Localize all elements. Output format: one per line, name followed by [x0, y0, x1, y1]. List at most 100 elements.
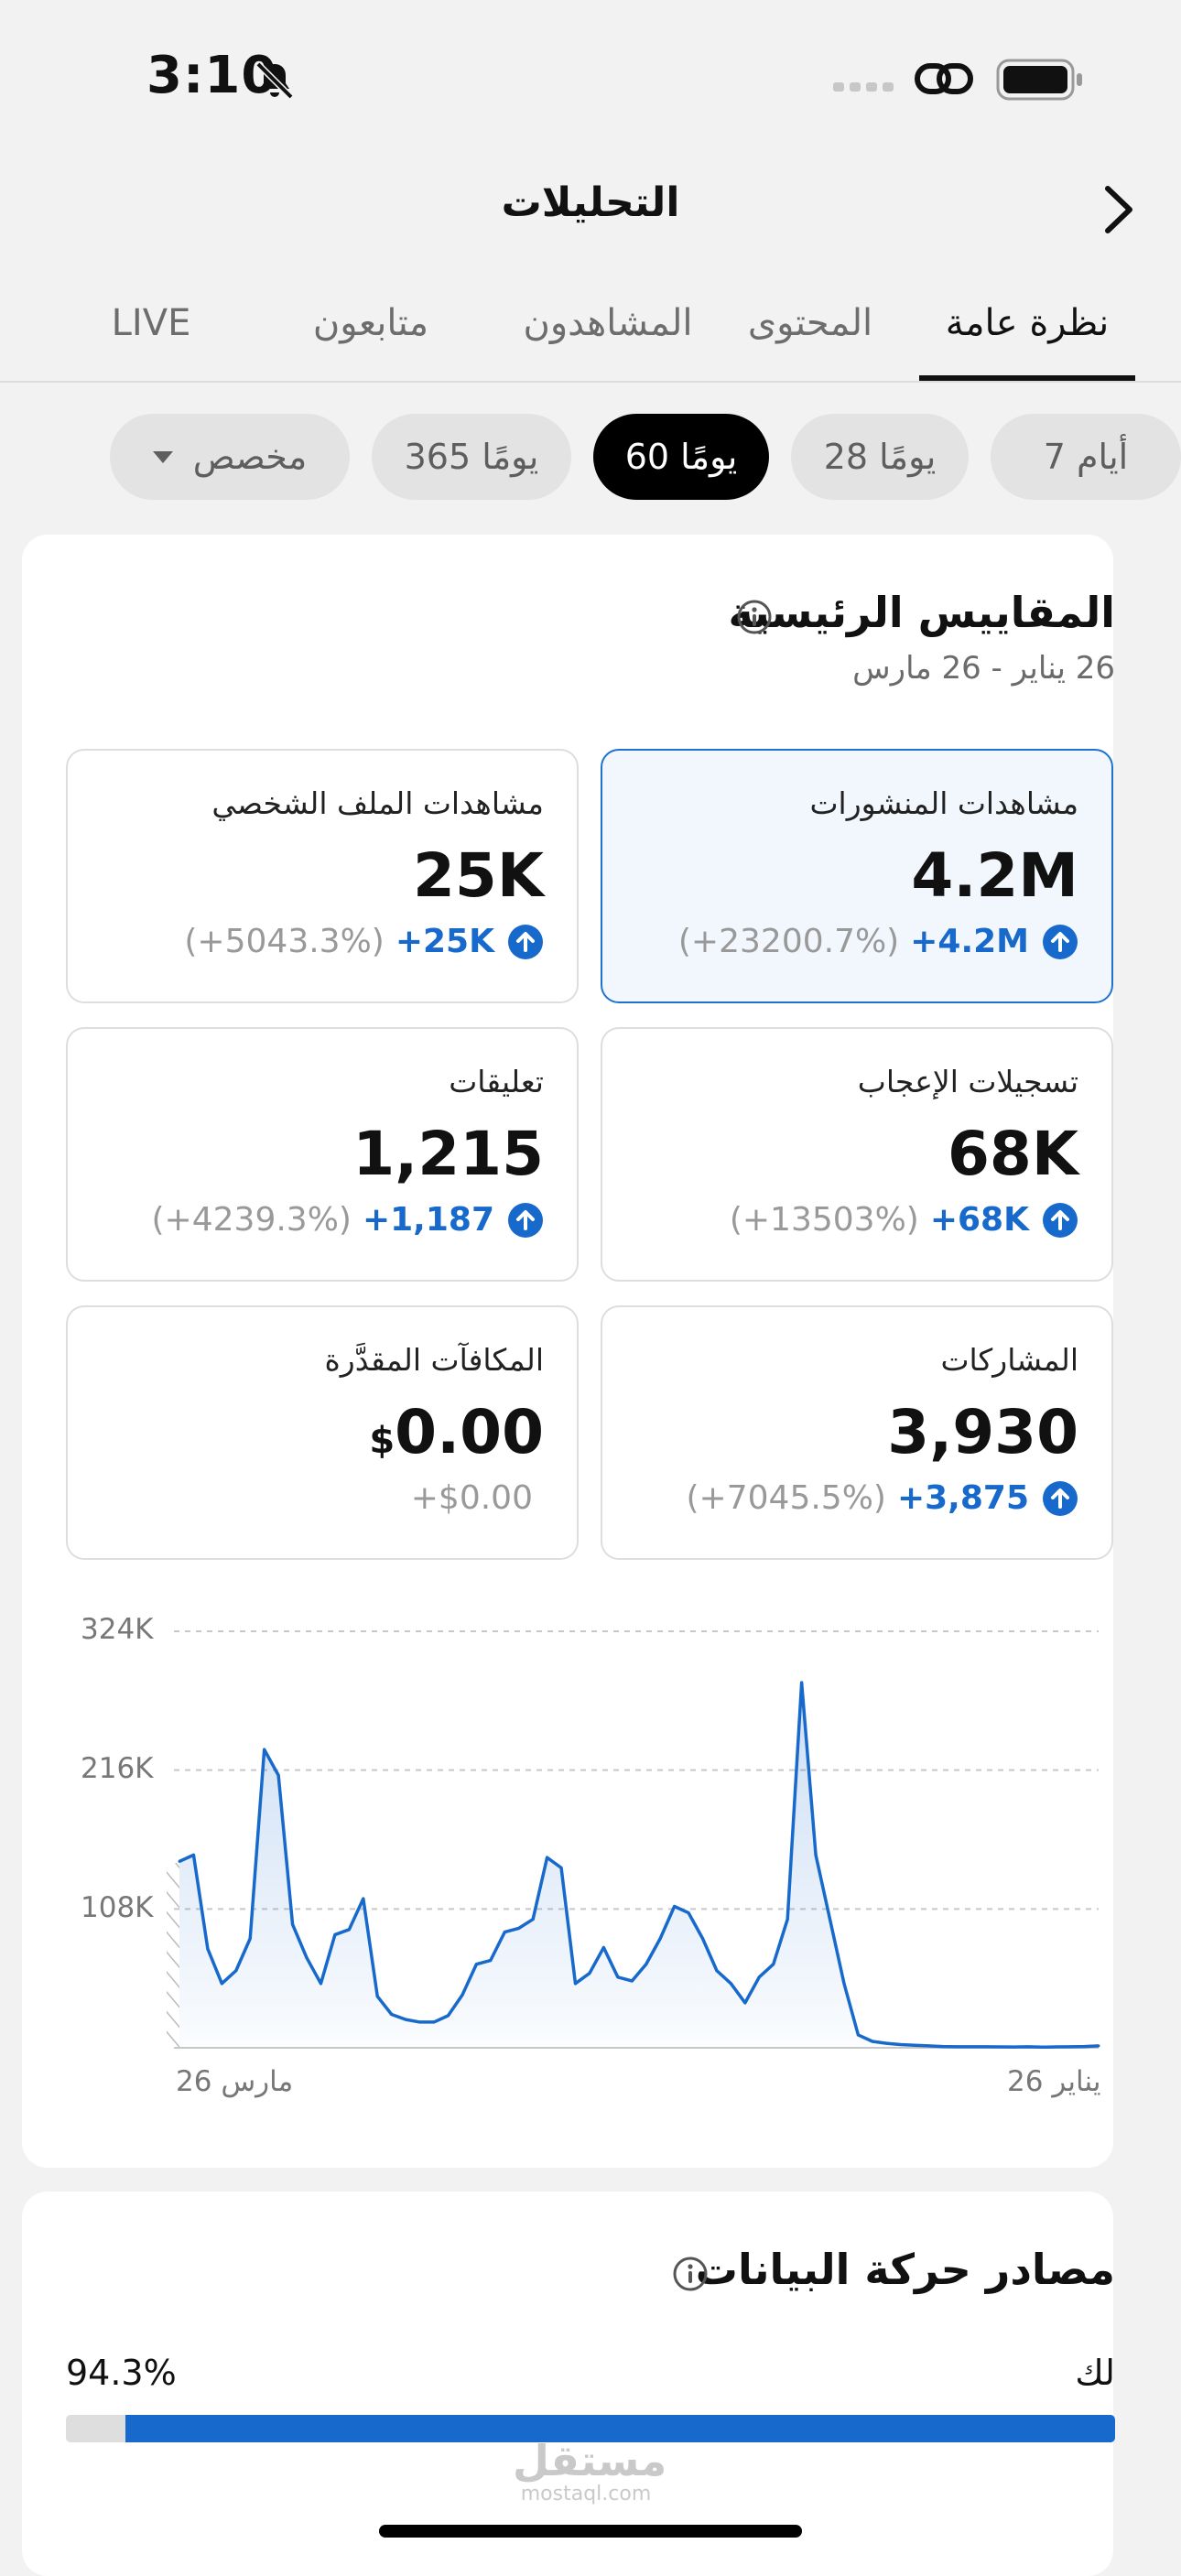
data-point	[390, 2012, 394, 2016]
data-point	[701, 1937, 705, 1941]
metric-delta: +$0.00	[410, 1479, 533, 1517]
data-point	[446, 2014, 450, 2018]
data-point	[1068, 2045, 1072, 2049]
metric-change: (+5043.3%) +25K	[184, 923, 544, 960]
tab-content[interactable]: المحتوى	[732, 302, 888, 344]
data-point	[1012, 2045, 1015, 2049]
metric-label: مشاهدات الملف الشخصي	[211, 785, 544, 821]
data-point	[856, 2033, 860, 2037]
range-custom[interactable]: مخصص	[110, 414, 350, 500]
data-point	[291, 1922, 295, 1926]
signal-dots-icon	[833, 82, 894, 92]
metric-label: تسجيلات الإعجاب	[857, 1064, 1078, 1099]
data-point	[1040, 2045, 1044, 2049]
data-point	[970, 2045, 973, 2049]
data-point	[884, 2041, 888, 2045]
metric-delta: +25K	[395, 923, 494, 960]
tab-overview[interactable]: نظرة عامة	[919, 302, 1135, 344]
data-point	[362, 1897, 365, 1900]
info-icon[interactable]	[736, 599, 773, 635]
data-point	[319, 1982, 322, 1986]
data-point	[263, 1748, 266, 1751]
range-365-days[interactable]: 365 يومًا	[372, 414, 571, 500]
metric-value: 0.00	[395, 1397, 544, 1467]
link-icon	[915, 63, 973, 94]
metric-value: 68K	[948, 1119, 1078, 1189]
metric-change: +$0.00	[411, 1479, 544, 1517]
range-28-days[interactable]: 28 يومًا	[791, 414, 969, 500]
page-title: التحليلات	[501, 179, 680, 226]
arrow-up-circle-icon	[508, 1202, 543, 1238]
range-7-days[interactable]: 7 أيام	[991, 414, 1181, 500]
tab-followers[interactable]: متابعون	[302, 302, 439, 344]
traffic-source-label: لك	[1075, 2353, 1115, 2393]
metric-shares[interactable]: المشاركات 3,930 (+7045.5%) +3,875	[601, 1305, 1113, 1560]
data-point	[418, 2020, 422, 2024]
traffic-sources-title: مصادر حركة البيانات	[695, 2245, 1115, 2294]
data-point	[687, 1911, 690, 1915]
data-point	[1097, 2044, 1100, 2048]
metric-delta: +4.2M	[910, 923, 1029, 960]
range-custom-label: مخصص	[192, 437, 308, 477]
home-indicator[interactable]	[379, 2525, 802, 2538]
data-point	[432, 2020, 436, 2024]
metric-value: 25K	[413, 840, 544, 911]
metric-percent: (+7045.5%)	[686, 1479, 886, 1517]
metric-value-wrap: $0.00	[369, 1397, 544, 1467]
watermark-sub: mostaql.com	[520, 2483, 652, 2506]
data-point	[517, 1926, 521, 1930]
data-point	[206, 1947, 210, 1951]
data-point	[333, 1932, 337, 1936]
data-point	[375, 1995, 379, 1998]
watermark-text: مستقل	[513, 2436, 667, 2485]
data-point	[248, 1937, 252, 1941]
range-60-days[interactable]: 60 يومًا	[593, 414, 769, 500]
currency-symbol: $	[369, 1420, 395, 1462]
data-point	[559, 1866, 563, 1869]
data-point	[842, 1982, 846, 1986]
data-point	[503, 1931, 506, 1934]
arrow-up-circle-icon	[1043, 924, 1078, 959]
data-point	[191, 1853, 195, 1856]
data-point	[757, 1975, 761, 1979]
data-point	[658, 1937, 662, 1941]
metric-estimated-rewards[interactable]: المكافآت المقدَّرة $0.00 +$0.00	[66, 1305, 579, 1560]
metric-delta: +68K	[929, 1201, 1029, 1239]
data-point	[743, 2001, 747, 2005]
data-point	[404, 2018, 407, 2021]
arrow-up-circle-icon	[508, 924, 543, 959]
x-tick-label-start: 26 يناير	[1007, 2065, 1101, 2098]
metric-label: تعليقات	[449, 1064, 544, 1099]
tab-bar: نظرة عامة المحتوى المشاهدون متابعون LIVE	[0, 286, 1181, 383]
metric-delta: +3,875	[896, 1479, 1029, 1517]
date-range: 26 يناير - 26 مارس	[852, 650, 1115, 687]
data-point	[305, 1956, 309, 1960]
data-point	[234, 1969, 238, 1973]
metric-post-views[interactable]: مشاهدات المنشورات 4.2M (+23200.7%) +4.2M	[601, 749, 1113, 1003]
data-point	[829, 1918, 832, 1921]
tab-live[interactable]: LIVE	[92, 302, 211, 344]
data-point	[998, 2045, 1002, 2049]
metric-change: (+23200.7%) +4.2M	[678, 923, 1078, 960]
data-point	[347, 1928, 351, 1932]
data-point	[871, 2040, 874, 2043]
metric-likes[interactable]: تسجيلات الإعجاب 68K (+13503%) +68K	[601, 1027, 1113, 1282]
metric-value: 1,215	[352, 1119, 544, 1189]
views-area-chart[interactable]	[0, 1593, 1181, 2124]
tab-viewers[interactable]: المشاهدون	[509, 302, 707, 344]
partial-period-hatch	[167, 1861, 179, 2048]
series-area	[179, 1683, 1099, 2048]
data-point	[800, 1681, 804, 1684]
watermark: مستقل mostaql.com	[513, 2436, 667, 2506]
data-point	[474, 1963, 478, 1966]
chevron-right-icon[interactable]	[1099, 179, 1141, 240]
metric-profile-views[interactable]: مشاهدات الملف الشخصي 25K (+5043.3%) +25K	[66, 749, 579, 1003]
data-point	[1026, 2045, 1030, 2049]
info-icon[interactable]	[672, 2256, 709, 2292]
data-point	[489, 1959, 493, 1963]
key-metrics-title: المقاييس الرئيسية	[728, 588, 1115, 637]
metric-value: 4.2M	[911, 840, 1078, 911]
metric-comments[interactable]: تعليقات 1,215 (+4239.3%) +1,187	[66, 1027, 579, 1282]
data-point	[276, 1773, 280, 1777]
arrow-up-circle-icon	[1043, 1480, 1078, 1516]
